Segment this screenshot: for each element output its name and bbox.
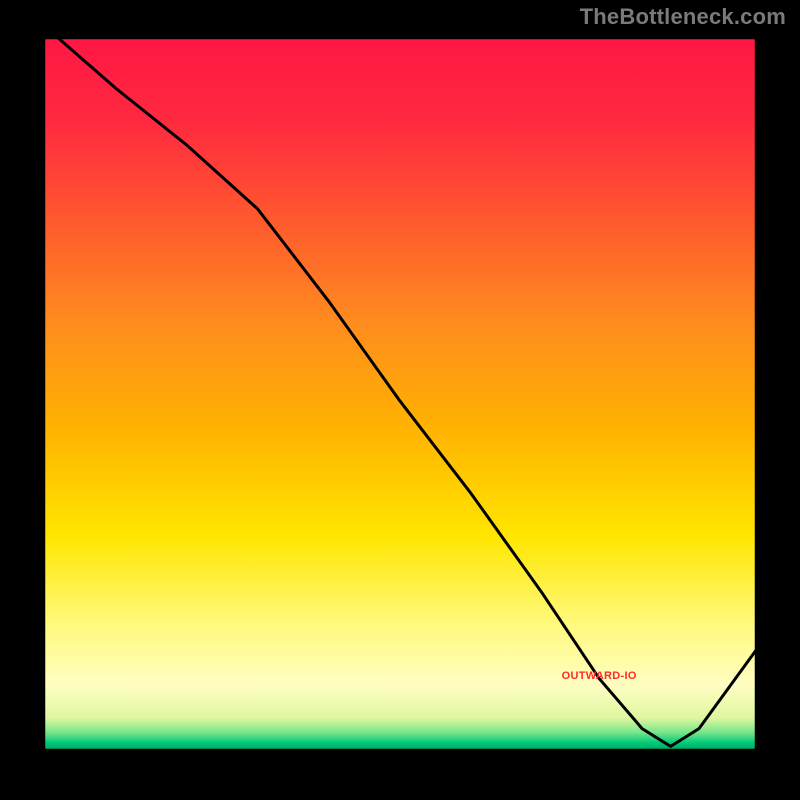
difficulty-band-label: OUTWARD-IO xyxy=(562,670,637,682)
plot-svg xyxy=(40,34,760,754)
watermark-text: TheBottleneck.com xyxy=(580,4,786,30)
chart-stage: TheBottleneck.com OUTWARD-IO xyxy=(0,0,800,800)
plot-frame: OUTWARD-IO xyxy=(40,34,760,754)
